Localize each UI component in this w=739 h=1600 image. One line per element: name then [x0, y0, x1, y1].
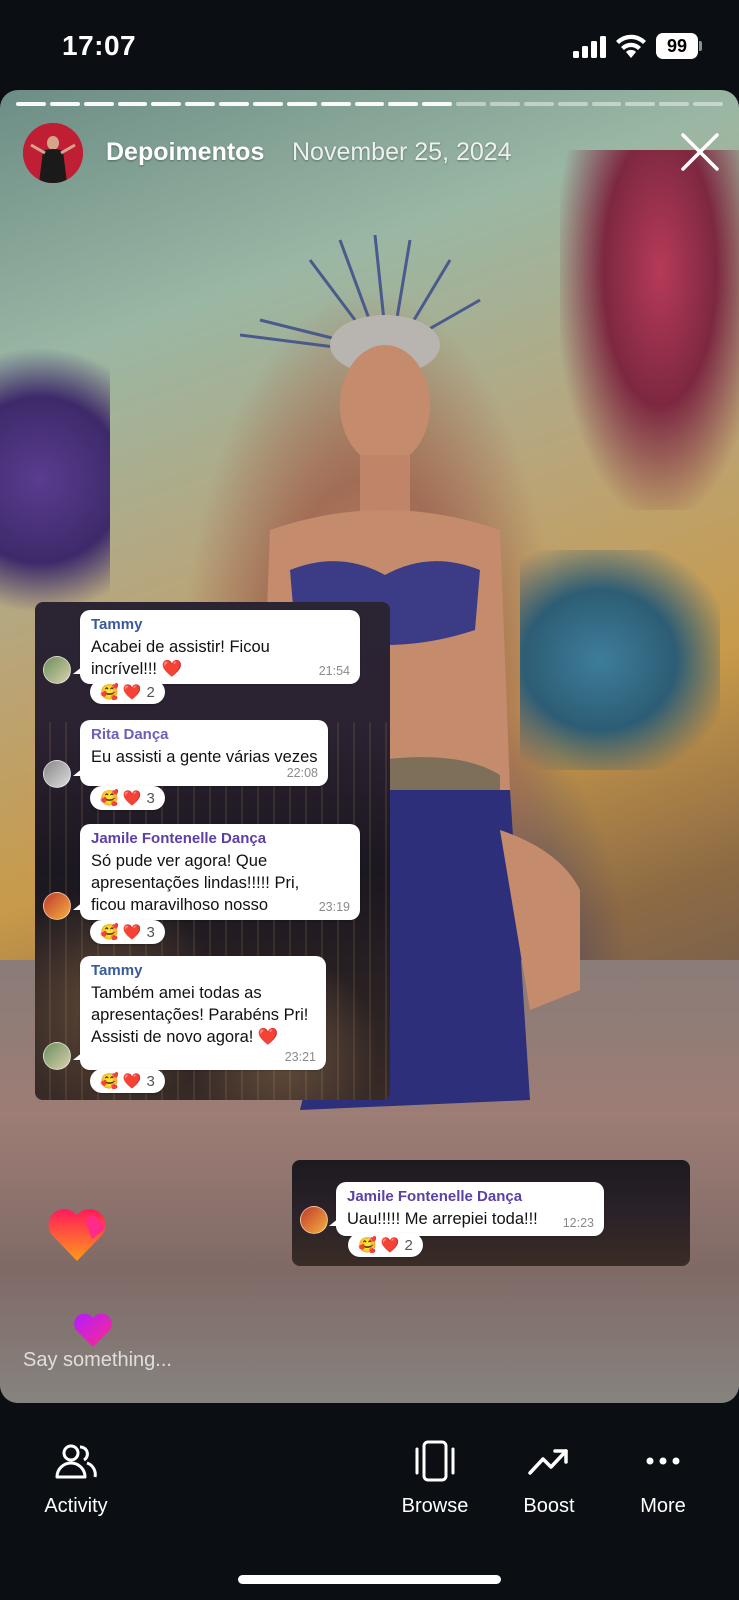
activity-label: Activity	[44, 1495, 108, 1517]
battery-level: 99	[656, 33, 698, 59]
reaction-emojis: 🥰 ❤️	[100, 790, 142, 807]
message-time: 22:08	[286, 766, 318, 780]
reply-input[interactable]	[23, 1345, 323, 1375]
close-icon[interactable]	[680, 132, 720, 172]
like-heart-icon[interactable]	[46, 1205, 108, 1263]
activity-button[interactable]: Activity	[21, 1439, 131, 1549]
message-reactions: 🥰 ❤️ 2	[90, 680, 165, 704]
progress-segment	[659, 102, 690, 106]
avatar	[300, 1206, 328, 1234]
message-text: Uau!!!!! Me arrepiei toda!!!	[347, 1210, 538, 1228]
message-text: Acabei de assistir! Ficou incrível!!! ❤️	[91, 638, 270, 678]
progress-segment	[523, 102, 554, 106]
progress-segment	[117, 102, 148, 106]
message-text: Eu assisti a gente várias vezes	[91, 748, 318, 766]
browse-icon	[415, 1440, 455, 1482]
chat-screenshot-2: Jamile Fontenelle Dança Uau!!!!! Me arre…	[292, 1160, 690, 1266]
progress-segment	[625, 102, 656, 106]
message-reactions: 🥰 ❤️ 3	[90, 920, 165, 944]
people-icon	[55, 1444, 97, 1479]
reaction-emojis: 🥰 ❤️	[100, 924, 142, 941]
message-time: 23:19	[318, 900, 350, 914]
story-viewer[interactable]: Depoimentos November 25, 2024 Tammy Acab…	[0, 90, 739, 1403]
progress-segment	[557, 102, 588, 106]
progress-segment	[422, 102, 453, 106]
more-icon	[646, 1457, 680, 1465]
message-text: Também amei todas as apresentações! Para…	[91, 984, 309, 1046]
bottom-nav: Activity Browse Boost More	[0, 1403, 739, 1600]
message-time: 21:54	[318, 664, 350, 678]
story-progress	[16, 102, 723, 106]
message-sender: Jamile Fontenelle Dança	[347, 1188, 523, 1205]
progress-segment	[16, 102, 46, 106]
progress-segment	[456, 102, 486, 106]
message-sender: Jamile Fontenelle Dança	[91, 830, 267, 847]
browse-label: Browse	[401, 1495, 469, 1517]
message-sender: Tammy	[91, 616, 143, 633]
browse-button[interactable]: Browse	[380, 1439, 490, 1549]
message-bubble: Tammy Acabei de assistir! Ficou incrível…	[73, 610, 360, 684]
battery-icon: 99	[656, 33, 702, 59]
message-reactions: 🥰 ❤️ 2	[348, 1233, 423, 1257]
reaction-emojis: 🥰 ❤️	[100, 684, 142, 701]
progress-segment	[185, 102, 216, 106]
progress-segment	[83, 102, 114, 106]
story-title[interactable]: Depoimentos	[106, 138, 264, 167]
progress-segment	[354, 102, 385, 106]
story-date: November 25, 2024	[292, 138, 512, 166]
reaction-count: 3	[146, 1072, 155, 1090]
message-bubble: Jamile Fontenelle Dança Só pude ver agor…	[73, 824, 360, 936]
reaction-count: 2	[146, 683, 155, 701]
progress-segment	[320, 102, 351, 106]
story-avatar[interactable]	[23, 123, 83, 183]
message-reactions: 🥰 ❤️ 3	[90, 1069, 165, 1093]
progress-segment	[591, 102, 622, 106]
more-label: More	[640, 1495, 686, 1517]
avatar	[43, 656, 71, 684]
boost-label: Boost	[523, 1495, 575, 1517]
progress-segment	[151, 102, 182, 106]
progress-segment	[388, 102, 419, 106]
status-time: 17:07	[62, 30, 137, 61]
avatar	[43, 1042, 71, 1070]
message-sender: Rita Dança	[91, 726, 169, 743]
reaction-count: 3	[146, 789, 155, 807]
message-bubble: Rita Dança Eu assisti a gente várias vez…	[73, 720, 328, 786]
wifi-icon	[616, 34, 646, 58]
boost-button[interactable]: Boost	[494, 1439, 604, 1549]
home-indicator[interactable]	[238, 1575, 501, 1584]
message-time: 12:23	[562, 1216, 594, 1230]
more-button[interactable]: More	[608, 1439, 718, 1549]
message-bubble: Jamile Fontenelle Dança Uau!!!!! Me arre…	[329, 1182, 604, 1236]
message-reactions: 🥰 ❤️ 3	[90, 786, 165, 810]
message-bubble: Tammy Também amei todas as apresentações…	[73, 956, 326, 1070]
reaction-count: 2	[404, 1236, 413, 1254]
floating-heart-icon	[74, 1313, 112, 1347]
trending-up-icon	[528, 1449, 568, 1475]
dancer-avatar-icon	[23, 123, 83, 183]
progress-segment	[490, 102, 520, 106]
progress-segment	[219, 102, 249, 106]
message-time: 23:21	[284, 1050, 316, 1064]
reaction-emojis: 🥰 ❤️	[100, 1073, 142, 1090]
avatar	[43, 892, 71, 920]
reaction-emojis: 🥰 ❤️	[358, 1237, 400, 1254]
chat-screenshot: Tammy Acabei de assistir! Ficou incrível…	[35, 602, 390, 1100]
progress-segment	[253, 102, 283, 106]
message-sender: Tammy	[91, 962, 143, 979]
avatar	[43, 760, 71, 788]
cellular-signal-icon	[573, 36, 606, 58]
progress-segment	[693, 102, 723, 106]
progress-segment	[286, 102, 317, 106]
progress-segment	[49, 102, 80, 106]
status-bar: 17:07 99	[0, 0, 739, 90]
reaction-count: 3	[146, 923, 155, 941]
